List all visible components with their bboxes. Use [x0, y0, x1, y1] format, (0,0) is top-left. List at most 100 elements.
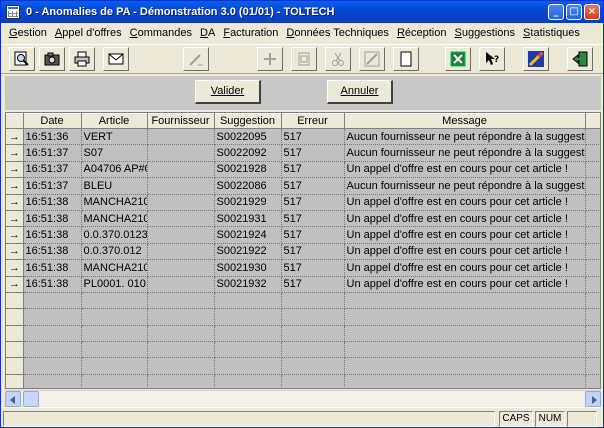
- cell-date[interactable]: 16:51:38: [23, 259, 82, 277]
- table-row[interactable]: → 16:51:37 A04706 AP#0 S0021928 517 Un a…: [6, 161, 600, 179]
- cell-article[interactable]: VERT: [81, 128, 148, 146]
- cell-message[interactable]: Un appel d'offre est en cours pour cet a…: [344, 161, 586, 179]
- new-button[interactable]: [393, 47, 419, 71]
- table-row[interactable]: → 16:51:38 PL0001. 010 S0021932 517 Un a…: [6, 276, 600, 293]
- cell-supplier[interactable]: [147, 276, 215, 293]
- menu-reception[interactable]: Réception: [393, 27, 451, 39]
- cell-suggestion[interactable]: S0021924: [214, 226, 282, 244]
- column-header-error[interactable]: Erreur: [281, 113, 345, 129]
- cell-message[interactable]: Un appel d'offre est en cours pour cet a…: [344, 276, 586, 293]
- table-row[interactable]: → 16:51:38 MANCHA2109 S0021931 517 Un ap…: [6, 210, 600, 228]
- cell-error[interactable]: 517: [281, 161, 345, 179]
- edit-button-disabled[interactable]: [183, 47, 209, 71]
- cell-supplier[interactable]: [147, 177, 215, 195]
- search-button[interactable]: [9, 47, 35, 71]
- horizontal-scrollbar[interactable]: [5, 390, 601, 407]
- cell-suggestion[interactable]: S0021931: [214, 210, 282, 228]
- cell-date[interactable]: 16:51:36: [23, 128, 82, 146]
- camera-button[interactable]: [39, 47, 65, 71]
- cell-supplier[interactable]: [147, 259, 215, 277]
- table-row[interactable]: → 16:51:38 0.0.370.012 S0021922 517 Un a…: [6, 243, 600, 261]
- cell-error[interactable]: 517: [281, 177, 345, 195]
- cell-date[interactable]: 16:51:38: [23, 210, 82, 228]
- print-button[interactable]: [69, 47, 95, 71]
- cell-error[interactable]: 517: [281, 144, 345, 162]
- cell-supplier[interactable]: [147, 194, 215, 211]
- pencil-button-disabled[interactable]: [359, 47, 385, 71]
- add-button-disabled[interactable]: [257, 47, 283, 71]
- cell-article[interactable]: MANCHA2109: [81, 210, 148, 228]
- cell-supplier[interactable]: [147, 226, 215, 244]
- title-bar[interactable]: 0 - Anomalies de PA - Démonstration 3.0 …: [1, 1, 603, 23]
- cell-supplier[interactable]: [147, 144, 215, 162]
- cell-suggestion[interactable]: S0021929: [214, 194, 282, 211]
- menu-facturation[interactable]: Facturation: [219, 27, 282, 39]
- table-row[interactable]: → 16:51:36 VERT S0022095 517 Aucun fourn…: [6, 128, 600, 146]
- cell-message[interactable]: Aucun fournisseur ne peut répondre à la …: [344, 177, 586, 195]
- cell-suggestion[interactable]: S0021928: [214, 161, 282, 179]
- minimize-button[interactable]: _: [548, 4, 564, 20]
- cell-error[interactable]: 517: [281, 128, 345, 146]
- cell-supplier[interactable]: [147, 161, 215, 179]
- cell-message[interactable]: Un appel d'offre est en cours pour cet a…: [344, 259, 586, 277]
- cell-article[interactable]: 0.0.370.01234: [81, 226, 148, 244]
- column-header-supplier[interactable]: Fournisseur: [147, 113, 215, 129]
- cell-date[interactable]: 16:51:38: [23, 276, 82, 293]
- exit-button[interactable]: [567, 47, 593, 71]
- cell-article[interactable]: BLEU: [81, 177, 148, 195]
- menu-suggestions[interactable]: Suggestions: [450, 27, 519, 39]
- cell-message[interactable]: Un appel d'offre est en cours pour cet a…: [344, 226, 586, 244]
- cell-supplier[interactable]: [147, 243, 215, 261]
- column-header-date[interactable]: Date: [23, 113, 82, 129]
- column-header-message[interactable]: Message: [344, 113, 586, 129]
- cell-suggestion[interactable]: S0021932: [214, 276, 282, 293]
- scroll-right-arrow-icon[interactable]: [585, 391, 601, 407]
- maximize-button[interactable]: □: [566, 4, 582, 20]
- cell-message[interactable]: Un appel d'offre est en cours pour cet a…: [344, 243, 586, 261]
- cell-message[interactable]: Un appel d'offre est en cours pour cet a…: [344, 210, 586, 228]
- cell-error[interactable]: 517: [281, 226, 345, 244]
- cell-error[interactable]: 517: [281, 194, 345, 211]
- cell-suggestion[interactable]: S0021922: [214, 243, 282, 261]
- cell-date[interactable]: 16:51:37: [23, 144, 82, 162]
- cell-article[interactable]: MANCHA2106: [81, 194, 148, 211]
- table-row[interactable]: → 16:51:38 MANCHA2106 S0021929 517 Un ap…: [6, 194, 600, 211]
- column-header-indicator[interactable]: [6, 113, 24, 129]
- table-row[interactable]: → 16:51:38 MANCHA2106 S0021930 517 Un ap…: [6, 259, 600, 277]
- cell-article[interactable]: 0.0.370.012: [81, 243, 148, 261]
- cell-date[interactable]: 16:51:38: [23, 226, 82, 244]
- help-button[interactable]: ?: [479, 47, 505, 71]
- cell-suggestion[interactable]: S0021930: [214, 259, 282, 277]
- column-header-article[interactable]: Article: [81, 113, 148, 129]
- menu-gestion[interactable]: Gestion: [5, 27, 51, 39]
- cell-error[interactable]: 517: [281, 276, 345, 293]
- mail-button[interactable]: [103, 47, 129, 71]
- cell-article[interactable]: PL0001. 010: [81, 276, 148, 293]
- close-button[interactable]: ×: [584, 4, 600, 20]
- table-row[interactable]: → 16:51:37 BLEU S0022086 517 Aucun fourn…: [6, 177, 600, 195]
- cell-article[interactable]: S07: [81, 144, 148, 162]
- scroll-left-arrow-icon[interactable]: [5, 391, 21, 407]
- cell-error[interactable]: 517: [281, 210, 345, 228]
- cell-date[interactable]: 16:51:37: [23, 177, 82, 195]
- menu-appel-offres[interactable]: Appel d'offres: [51, 27, 126, 39]
- cell-supplier[interactable]: [147, 210, 215, 228]
- cell-suggestion[interactable]: S0022095: [214, 128, 282, 146]
- cell-date[interactable]: 16:51:38: [23, 194, 82, 211]
- cell-date[interactable]: 16:51:38: [23, 243, 82, 261]
- anomalies-grid[interactable]: Date Article Fournisseur Suggestion Erre…: [5, 112, 601, 389]
- cell-message[interactable]: Aucun fournisseur ne peut répondre à la …: [344, 144, 586, 162]
- cell-supplier[interactable]: [147, 128, 215, 146]
- menu-commandes[interactable]: Commandes: [126, 27, 196, 39]
- cell-article[interactable]: MANCHA2106: [81, 259, 148, 277]
- cell-message[interactable]: Aucun fournisseur ne peut répondre à la …: [344, 128, 586, 146]
- table-row[interactable]: → 16:51:38 0.0.370.01234 S0021924 517 Un…: [6, 226, 600, 244]
- cell-error[interactable]: 517: [281, 243, 345, 261]
- menu-da[interactable]: DA: [196, 27, 219, 39]
- cell-error[interactable]: 517: [281, 259, 345, 277]
- scroll-thumb[interactable]: [23, 391, 39, 407]
- cut-button-disabled[interactable]: [325, 47, 351, 71]
- copy-button-disabled[interactable]: [291, 47, 317, 71]
- cell-date[interactable]: 16:51:37: [23, 161, 82, 179]
- cell-suggestion[interactable]: S0022092: [214, 144, 282, 162]
